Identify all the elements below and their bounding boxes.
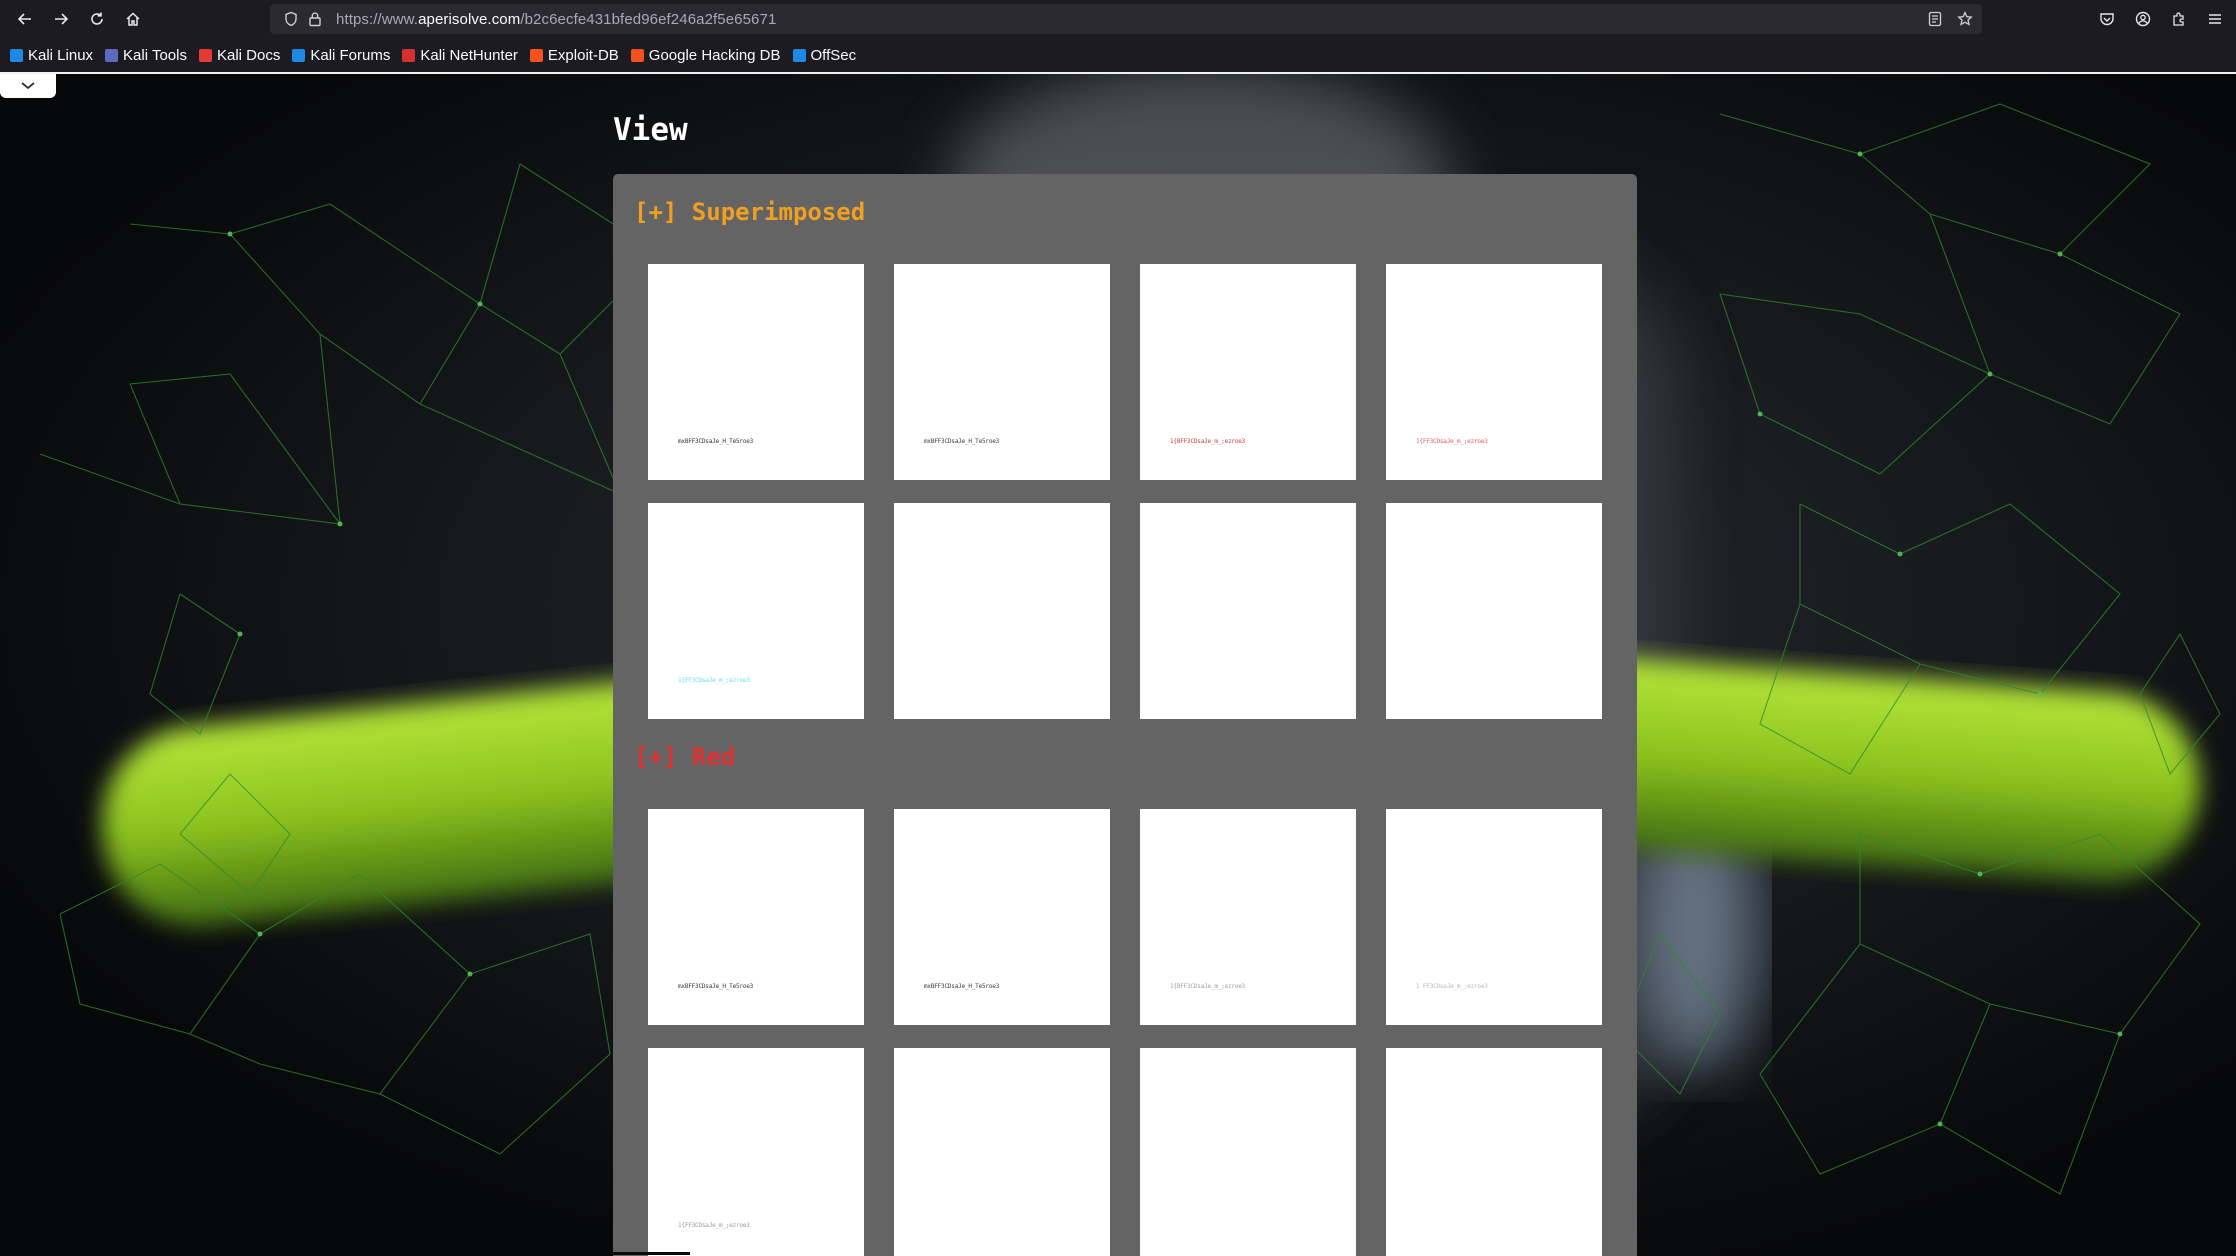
thumbnail-image[interactable] (1140, 1048, 1356, 1256)
kali-forums-icon (292, 48, 306, 62)
bookmark-label: Kali Tools (123, 46, 187, 64)
offsec-icon (792, 48, 806, 62)
bookmark-kali-linux[interactable]: Kali Linux (10, 47, 93, 64)
thumbnail-image[interactable]: mxBFF3CDsaJe_H_Te5roe3 (894, 264, 1110, 480)
bookmark-kali-forums[interactable]: Kali Forums (292, 47, 390, 64)
collapse-toggle-button[interactable] (0, 74, 56, 98)
bookmark-label: Kali Docs (216, 46, 281, 64)
browser-toolbar: https://www.aperisolve.com/b2c6ecfe431bf… (0, 0, 2236, 38)
bookmark-exploit-db[interactable]: Exploit-DB (529, 46, 619, 64)
bookmark-offsec[interactable]: OffSec (792, 46, 857, 64)
bookmark-label: Kali Forums (310, 46, 391, 64)
chevron-down-icon (21, 82, 35, 90)
red-thumbnail-grid: mxBFF3CDsaJe_H_Te5roe3 mxBFF3CDsaJe_H_Te… (648, 809, 1602, 1256)
forward-icon[interactable] (46, 4, 76, 34)
thumbnail-text: 1{BFF3CDsaJe_m_;ezroe3 (1170, 438, 1246, 445)
thumbnail-text: mxBFF3CDsaJe_H_Te5roe3 (678, 983, 754, 990)
nethunter-icon (402, 48, 416, 62)
kali-docs-icon (198, 48, 212, 62)
exploit-db-icon (529, 48, 543, 62)
scroll-indicator (613, 1252, 690, 1255)
account-icon[interactable] (2128, 4, 2158, 34)
bookmark-google-hacking-db[interactable]: Google Hacking DB (630, 46, 781, 64)
thumbnail-text: mxBFF3CDsaJe_H_Te5roe3 (924, 983, 1000, 990)
bookmark-kali-docs[interactable]: Kali Docs (198, 46, 281, 64)
bookmark-star-icon[interactable] (1954, 8, 1976, 30)
thumbnail-image[interactable] (1386, 503, 1602, 719)
reader-view-icon[interactable] (1924, 8, 1946, 30)
thumbnail-image[interactable]: 1{FF3CDsaJe_m_;ezroe3 (1386, 264, 1602, 480)
ghdb-icon (630, 48, 644, 62)
thumbnail-image[interactable] (894, 503, 1110, 719)
thumbnail-text: 1{FF3CDsaJe_m_;ezroe3 (678, 1222, 750, 1229)
thumbnail-image[interactable] (894, 1048, 1110, 1256)
thumbnail-image[interactable]: mxBFF3CDsaJe_H_Te5roe3 (648, 809, 864, 1025)
thumbnail-text: 1{FF3CDsaJe_m_;ezroe3 (1416, 438, 1488, 445)
bookmarks-toolbar: Kali Linux Kali Tools Kali Docs Kali For… (0, 38, 2236, 72)
thumbnail-image[interactable]: 1 FF3CDsaJe_m_;ezroe3 (1386, 809, 1602, 1025)
thumbnail-image[interactable] (1140, 503, 1356, 719)
section-title-red[interactable]: [+] Red (634, 743, 735, 771)
back-icon[interactable] (10, 4, 40, 34)
home-icon[interactable] (118, 4, 148, 34)
menu-icon[interactable] (2200, 4, 2230, 34)
bookmark-kali-nethunter[interactable]: Kali NetHunter (402, 47, 518, 64)
extensions-icon[interactable] (2164, 4, 2194, 34)
kali-dragon-icon (10, 48, 23, 62)
bookmark-label: Kali Linux (28, 46, 94, 64)
page-title: View (613, 112, 688, 148)
tracking-shield-icon[interactable] (280, 8, 302, 30)
thumbnail-image[interactable]: 1{BFF3CDsaJe_m_;ezroe3 (1140, 264, 1356, 480)
bookmark-label: Google Hacking DB (648, 46, 781, 64)
reload-icon[interactable] (82, 4, 112, 34)
thumbnail-text: mxBFF3CDsaJe_H_Te5roe3 (678, 438, 754, 445)
kali-tools-icon (105, 48, 119, 62)
lock-icon[interactable] (304, 8, 326, 30)
thumbnail-text: 1{FF3CDsaJe_m_;ezroe3 (678, 677, 750, 684)
bookmark-label: OffSec (810, 46, 857, 64)
address-bar[interactable]: https://www.aperisolve.com/b2c6ecfe431bf… (270, 4, 1982, 34)
results-panel: [+] Superimposed mxBFF3CDsaJe_H_Te5roe3 … (613, 174, 1637, 1256)
superimposed-thumbnail-grid: mxBFF3CDsaJe_H_Te5roe3 mxBFF3CDsaJe_H_Te… (648, 264, 1602, 719)
url-text: https://www.aperisolve.com/b2c6ecfe431bf… (336, 10, 777, 28)
thumbnail-image[interactable]: mxBFF3CDsaJe_H_Te5roe3 (648, 264, 864, 480)
thumbnail-text: 1{BFF3CDsaJe_m_;ezroe3 (1170, 983, 1246, 990)
bookmark-label: Exploit-DB (547, 46, 619, 64)
section-title-superimposed[interactable]: [+] Superimposed (634, 198, 865, 226)
pocket-icon[interactable] (2092, 4, 2122, 34)
bookmark-label: Kali NetHunter (420, 46, 518, 64)
thumbnail-image[interactable]: mxBFF3CDsaJe_H_Te5roe3 (894, 809, 1110, 1025)
thumbnail-text: mxBFF3CDsaJe_H_Te5roe3 (924, 438, 1000, 445)
page-viewport: View [+] Superimposed mxBFF3CDsaJe_H_Te5… (0, 74, 2236, 1256)
thumbnail-image[interactable] (1386, 1048, 1602, 1256)
thumbnail-text: 1 FF3CDsaJe_m_;ezroe3 (1416, 983, 1488, 990)
bookmark-kali-tools[interactable]: Kali Tools (105, 47, 187, 64)
thumbnail-image[interactable]: 1{BFF3CDsaJe_m_;ezroe3 (1140, 809, 1356, 1025)
thumbnail-image[interactable]: 1{FF3CDsaJe_m_;ezroe3 (648, 1048, 864, 1256)
thumbnail-image[interactable]: 1{FF3CDsaJe_m_;ezroe3 (648, 503, 864, 719)
